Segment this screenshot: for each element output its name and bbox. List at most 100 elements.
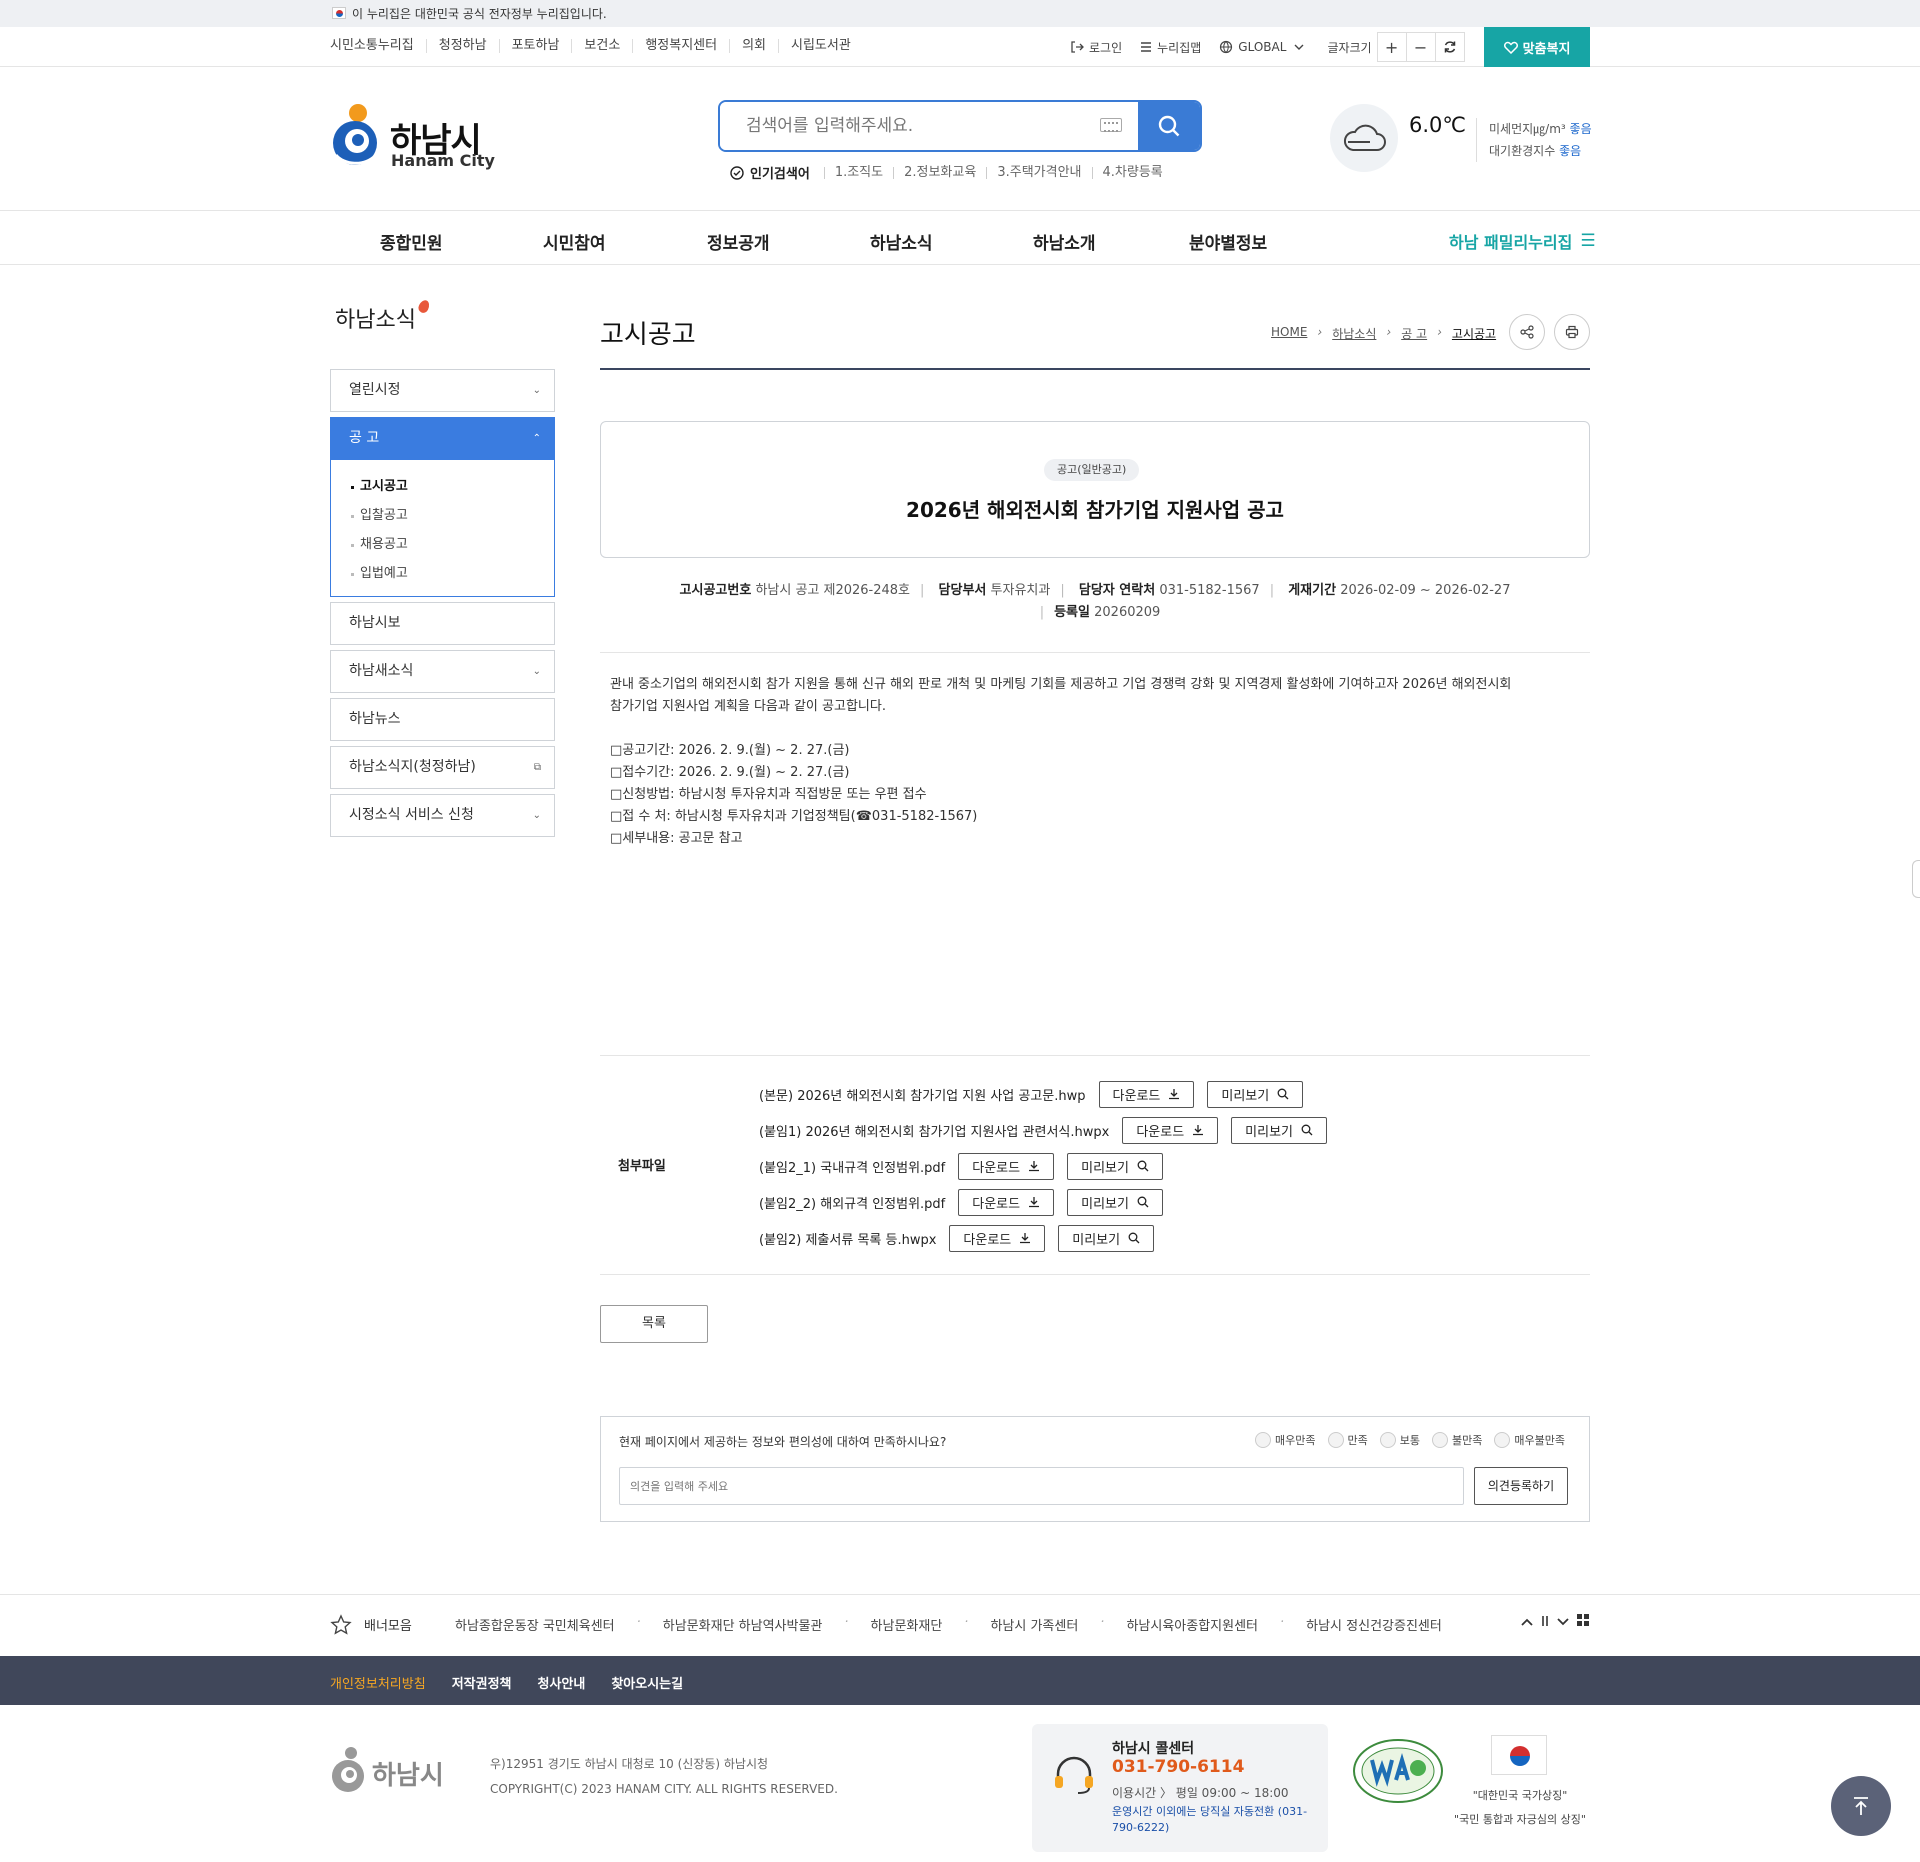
- print-button[interactable]: [1554, 314, 1590, 350]
- preview-button[interactable]: 미리보기: [1231, 1116, 1327, 1144]
- download-button[interactable]: 다운로드: [949, 1224, 1046, 1252]
- footer-link[interactable]: 저작권정책: [452, 1673, 512, 1692]
- util-link[interactable]: 보건소: [571, 39, 632, 53]
- web-accessibility-mark[interactable]: [1352, 1738, 1444, 1808]
- banner-item[interactable]: 하남시 가족센터: [990, 1615, 1078, 1634]
- opinion-input[interactable]: [619, 1467, 1464, 1505]
- survey-radio[interactable]: 불만족: [1432, 1432, 1482, 1448]
- download-button[interactable]: 다운로드: [1098, 1080, 1195, 1108]
- font-reset-button[interactable]: [1434, 32, 1465, 62]
- util-link[interactable]: 포토하남: [498, 39, 572, 53]
- survey-radio[interactable]: 매우만족: [1255, 1432, 1316, 1448]
- custom-welfare-button[interactable]: 맞춤복지: [1484, 27, 1590, 67]
- chevron-up-icon: ⌃: [532, 433, 541, 444]
- util-link[interactable]: 의회: [729, 39, 778, 53]
- lnb-sub-item[interactable]: 입법예고: [331, 565, 554, 594]
- lnb-item[interactable]: 하남시보: [330, 602, 555, 645]
- breadcrumb-item[interactable]: 하남소식: [1332, 325, 1376, 342]
- lnb-item[interactable]: 하남새소식 ⌄: [330, 650, 555, 693]
- preview-button[interactable]: 미리보기: [1207, 1080, 1304, 1108]
- chevron-down-icon: ⌄: [532, 385, 541, 396]
- download-button[interactable]: 다운로드: [958, 1152, 1055, 1180]
- side-tab-handle[interactable]: [1912, 860, 1920, 898]
- banner-item[interactable]: 하남문화재단 하남역사박물관: [663, 1615, 823, 1634]
- preview-button[interactable]: 미리보기: [1067, 1188, 1163, 1216]
- login-link[interactable]: 로그인: [1070, 39, 1122, 56]
- pause-icon[interactable]: [1541, 1615, 1549, 1629]
- download-icon: [1193, 1125, 1204, 1136]
- gnb-menu[interactable]: 하남소개: [1033, 229, 1096, 254]
- chevron-down-icon: ⌄: [532, 810, 541, 821]
- util-link[interactable]: 행정복지센터: [632, 39, 729, 53]
- preview-button[interactable]: 미리보기: [1067, 1152, 1163, 1180]
- search-input[interactable]: [720, 102, 1140, 150]
- font-size-label: 글자크기: [1327, 40, 1372, 55]
- lnb-item[interactable]: 시정소식 서비스 신청 ⌄: [330, 794, 555, 837]
- lnb-item[interactable]: 열린시정 ⌄: [330, 369, 555, 412]
- lnb-item-label: 공 고: [349, 430, 380, 446]
- call-center-number[interactable]: 031-790-6114: [1112, 1757, 1244, 1777]
- gnb-menu[interactable]: 하남소식: [870, 229, 933, 254]
- lnb-title-text: 하남소식: [335, 308, 416, 333]
- footer-link[interactable]: 청사안내: [538, 1673, 586, 1692]
- survey-radio[interactable]: 매우불만족: [1494, 1432, 1565, 1448]
- gnb-menu[interactable]: 정보공개: [707, 229, 770, 254]
- lnb-item[interactable]: 하남뉴스: [330, 698, 555, 741]
- banner-item[interactable]: 하남시육아종합지원센터: [1126, 1615, 1258, 1634]
- list-button[interactable]: 목록: [600, 1305, 708, 1343]
- footer-link[interactable]: 찾아오시는길: [611, 1673, 683, 1692]
- family-sites-button[interactable]: 하남 패밀리누리집 ☰: [1449, 229, 1596, 253]
- download-label: 다운로드: [972, 1196, 1021, 1212]
- util-link[interactable]: 시립도서관: [778, 39, 863, 53]
- keyboard-icon[interactable]: [1100, 118, 1122, 132]
- external-link-icon: ⧉: [533, 762, 541, 773]
- download-icon: [1029, 1197, 1040, 1208]
- national-symbol-text: "대한민국 국가상징" "국민 통합과 자긍심의 상징": [1445, 1784, 1595, 1832]
- font-decrease-button[interactable]: −: [1405, 32, 1436, 62]
- sitemap-link[interactable]: 누리집맵: [1140, 39, 1201, 56]
- share-button[interactable]: [1509, 314, 1545, 350]
- font-increase-button[interactable]: +: [1376, 32, 1407, 62]
- breadcrumb-item[interactable]: 공 고: [1401, 325, 1427, 342]
- popular-keyword[interactable]: 4.차량등록: [1091, 166, 1173, 179]
- popular-keyword[interactable]: 1.조직도: [823, 166, 893, 179]
- gnb-menu[interactable]: 시민참여: [543, 229, 606, 254]
- lnb-sub-item[interactable]: 입찰공고: [331, 507, 554, 536]
- lnb-sub-item[interactable]: 고시공고: [331, 478, 554, 507]
- call-center-hours: 이용시간 〉 평일 09:00 ~ 18:00: [1112, 1786, 1289, 1800]
- footer-link[interactable]: 개인정보처리방침: [330, 1673, 426, 1692]
- lnb-item-active[interactable]: 공 고 ⌃: [330, 417, 555, 460]
- search-button[interactable]: [1138, 102, 1200, 150]
- hanam-logo[interactable]: 하남시 Hanam City: [330, 103, 500, 171]
- download-button[interactable]: 다운로드: [958, 1188, 1055, 1216]
- survey-radio[interactable]: 만족: [1327, 1432, 1368, 1448]
- popular-keyword[interactable]: 2.정보화교육: [893, 166, 986, 179]
- opinion-submit-button[interactable]: 의견등록하기: [1474, 1467, 1568, 1505]
- banner-item[interactable]: 하남종합운동장 국민체육센터: [455, 1615, 615, 1634]
- banner-item[interactable]: 하남문화재단: [871, 1615, 943, 1634]
- breadcrumb-current[interactable]: 고시공고: [1452, 325, 1496, 342]
- chevron-down-icon[interactable]: [1557, 1615, 1569, 1629]
- survey-radio[interactable]: 보통: [1379, 1432, 1420, 1448]
- sitemap-label: 누리집맵: [1157, 40, 1202, 55]
- preview-button[interactable]: 미리보기: [1058, 1224, 1155, 1252]
- util-link[interactable]: 시민소통누리집: [330, 39, 426, 53]
- gnb-menu[interactable]: 분야별정보: [1189, 229, 1267, 254]
- footer-logo-mark: [332, 1747, 364, 1792]
- global-select[interactable]: GLOBAL: [1219, 40, 1309, 54]
- call-center-title: 하남시 콜센터: [1112, 1741, 1195, 1757]
- gnb-menu[interactable]: 종합민원: [380, 229, 443, 254]
- popular-keyword[interactable]: 3.주택가격안내: [986, 166, 1091, 179]
- chevron-up-icon[interactable]: [1521, 1615, 1533, 1629]
- meta-value: 투자유치과: [990, 583, 1051, 598]
- body-paragraph: □접수기간: 2026. 2. 9.(월) ~ 2. 27.(금): [610, 765, 850, 780]
- lnb-sub-item[interactable]: 채용공고: [331, 536, 554, 565]
- breadcrumb-item[interactable]: HOME: [1271, 325, 1307, 342]
- banner-item[interactable]: 하남시 정신건강증진센터: [1306, 1615, 1442, 1634]
- download-button[interactable]: 다운로드: [1122, 1116, 1219, 1144]
- file-name: (본문) 2026년 해외전시회 참가기업 지원 사업 공고문.hwp: [759, 1088, 1086, 1104]
- lnb-item[interactable]: 하남소식지(청정하남) ⧉: [330, 746, 555, 789]
- grid-icon[interactable]: [1577, 1614, 1589, 1629]
- scroll-top-button[interactable]: [1831, 1776, 1891, 1836]
- util-link[interactable]: 청정하남: [425, 39, 499, 53]
